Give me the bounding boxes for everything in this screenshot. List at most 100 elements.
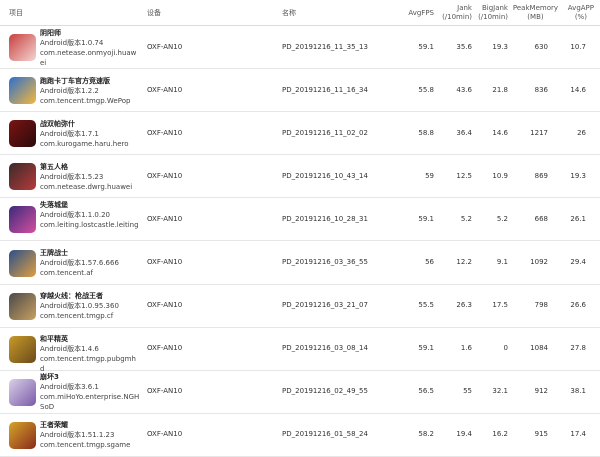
avgapp-cell: 27.8 bbox=[570, 344, 586, 353]
app-name: 战双帕弥什 bbox=[40, 119, 75, 128]
bigjank-cell: 10.9 bbox=[492, 171, 508, 180]
table-row[interactable]: 穿越火线：枪战王者 Android版本1.0.95.360 com.tencent.… bbox=[0, 285, 600, 328]
bigjank-cell: 0 bbox=[503, 344, 508, 353]
session-name-cell: PD_20191216_03_08_14 bbox=[282, 344, 368, 353]
peakmemory-cell: 630 bbox=[534, 42, 548, 51]
jank-cell: 5.2 bbox=[460, 214, 472, 223]
session-name-cell: PD_20191216_01_58_24 bbox=[282, 430, 368, 439]
table-row[interactable]: 跑跑卡丁车官方竞速版 Android版本1.2.2 com.tencent.tmgp… bbox=[0, 69, 600, 113]
peakmemory-cell: 836 bbox=[534, 85, 548, 94]
avgapp-cell: 38.1 bbox=[570, 387, 586, 396]
peakmemory-cell: 869 bbox=[534, 171, 548, 180]
avgapp-cell: 10.7 bbox=[570, 42, 586, 51]
header-jank[interactable]: Jank (/10min) bbox=[436, 0, 472, 26]
session-name-cell: PD_20191216_02_49_55 bbox=[282, 387, 368, 396]
table-row[interactable]: 战双帕弥什 Android版本1.7.1 com.kurogame.haru.her… bbox=[0, 112, 600, 156]
app-name: 王者荣耀 bbox=[40, 421, 68, 430]
header-bigjank[interactable]: BigJank (/10min) bbox=[472, 0, 508, 26]
app-name: 阴阳师 bbox=[40, 28, 61, 37]
peakmemory-cell: 912 bbox=[534, 387, 548, 396]
peakmemory-cell: 915 bbox=[534, 430, 548, 439]
device-cell: OXF-AN10 bbox=[147, 344, 183, 353]
header-peakmemory-label: PeakMemory bbox=[512, 4, 558, 13]
table-row[interactable]: 崩坏3 Android版本3.6.1 com.miHoYo.enterprise.N… bbox=[0, 371, 600, 414]
avgapp-cell: 19.3 bbox=[570, 171, 586, 180]
app-package: com.tencent.af bbox=[40, 269, 93, 278]
app-version: Android版本1.0.95.360 bbox=[40, 302, 119, 311]
session-name-cell: PD_20191216_11_16_34 bbox=[282, 85, 368, 94]
avgapp-cell: 26 bbox=[577, 128, 586, 137]
header-avgapp[interactable]: AvgAPP (%) bbox=[562, 0, 594, 26]
app-name: 跑跑卡丁车官方竞速版 bbox=[40, 76, 110, 85]
device-cell: OXF-AN10 bbox=[147, 387, 183, 396]
device-cell: OXF-AN10 bbox=[147, 214, 183, 223]
performance-table: 项目 设备 名称 AvgFPS Jank (/10min) BigJank (/10… bbox=[0, 0, 600, 457]
session-name-cell: PD_20191216_10_43_14 bbox=[282, 171, 368, 180]
device-cell: OXF-AN10 bbox=[147, 171, 183, 180]
app-info: 和平精英 Android版本1.4.6 com.tencent.tmgp.pubgm… bbox=[40, 334, 140, 374]
jank-cell: 1.6 bbox=[460, 344, 472, 353]
app-version: Android版本1.5.23 bbox=[40, 172, 104, 181]
app-package: com.netease.onmyoji.huawei bbox=[40, 48, 137, 67]
header-device[interactable]: 设备 bbox=[147, 0, 161, 26]
app-info: 王者荣耀 Android版本1.51.1.23 com.tencent.tmgp.s… bbox=[40, 420, 140, 450]
jank-cell: 36.4 bbox=[456, 128, 472, 137]
app-name: 王牌战士 bbox=[40, 249, 68, 258]
table-row[interactable]: 第五人格 Android版本1.5.23 com.netease.dwrg.huaw… bbox=[0, 155, 600, 199]
lostcastle-app-icon bbox=[9, 206, 36, 234]
peacekeeper-app-icon bbox=[9, 335, 36, 363]
peakmemory-cell: 1217 bbox=[530, 128, 548, 137]
app-package: com.netease.dwrg.huawei bbox=[40, 182, 133, 191]
header-avgfps[interactable]: AvgFPS bbox=[400, 0, 434, 26]
peakmemory-cell: 798 bbox=[534, 301, 548, 310]
app-version: Android版本1.4.6 bbox=[40, 345, 99, 354]
app-package: com.kurogame.haru.hero bbox=[40, 139, 129, 148]
yinyangshi-app-icon bbox=[9, 34, 36, 62]
avgfps-cell: 55.8 bbox=[418, 85, 434, 94]
app-info: 第五人格 Android版本1.5.23 com.netease.dwrg.huaw… bbox=[40, 162, 140, 192]
session-name-cell: PD_20191216_03_36_55 bbox=[282, 258, 368, 267]
device-cell: OXF-AN10 bbox=[147, 301, 183, 310]
peakmemory-cell: 1084 bbox=[530, 344, 548, 353]
avgapp-cell: 26.1 bbox=[570, 214, 586, 223]
app-version: Android版本1.0.74 bbox=[40, 38, 104, 47]
session-name-cell: PD_20191216_03_21_07 bbox=[282, 301, 368, 310]
kartrider-app-icon bbox=[9, 77, 36, 105]
app-version: Android版本1.7.1 bbox=[40, 129, 99, 138]
jank-cell: 19.4 bbox=[456, 430, 472, 439]
device-cell: OXF-AN10 bbox=[147, 258, 183, 267]
app-info: 跑跑卡丁车官方竞速版 Android版本1.2.2 com.tencent.tmgp… bbox=[40, 76, 140, 106]
session-name-cell: PD_20191216_11_02_02 bbox=[282, 128, 368, 137]
header-item[interactable]: 项目 bbox=[9, 0, 23, 26]
app-package: com.leiting.lostcastle.leiting bbox=[40, 220, 139, 229]
header-jank-label: Jank bbox=[457, 4, 472, 13]
table-row[interactable]: 王牌战士 Android版本1.57.6.666 com.tencent.af OXF… bbox=[0, 242, 600, 285]
avgapp-cell: 17.4 bbox=[570, 430, 586, 439]
avgapp-cell: 26.6 bbox=[570, 301, 586, 310]
header-peakmemory-unit: (MB) bbox=[527, 13, 544, 21]
bigjank-cell: 5.2 bbox=[496, 214, 508, 223]
app-info: 崩坏3 Android版本3.6.1 com.miHoYo.enterprise.N… bbox=[40, 372, 140, 412]
avgfps-cell: 59 bbox=[425, 171, 434, 180]
honorofkings-app-icon bbox=[9, 421, 36, 449]
avgfps-cell: 58.8 bbox=[418, 128, 434, 137]
bigjank-cell: 17.5 bbox=[492, 301, 508, 310]
app-version: Android版本1.51.1.23 bbox=[40, 431, 115, 440]
app-info: 战双帕弥什 Android版本1.7.1 com.kurogame.haru.her… bbox=[40, 119, 140, 149]
jank-cell: 12.2 bbox=[456, 258, 472, 267]
header-jank-unit: (/10min) bbox=[442, 13, 472, 21]
jank-cell: 43.6 bbox=[456, 85, 472, 94]
app-package: com.tencent.tmgp.cf bbox=[40, 312, 114, 321]
table-row[interactable]: 阴阳师 Android版本1.0.74 com.netease.onmyoji.hu… bbox=[0, 26, 600, 70]
avgfps-cell: 56 bbox=[425, 258, 434, 267]
header-peakmemory[interactable]: PeakMemory (MB) bbox=[508, 0, 558, 26]
table-row[interactable]: 王者荣耀 Android版本1.51.1.23 com.tencent.tmgp.s… bbox=[0, 414, 600, 457]
app-name: 第五人格 bbox=[40, 162, 68, 171]
table-row[interactable]: 和平精英 Android版本1.4.6 com.tencent.tmgp.pubgm… bbox=[0, 328, 600, 374]
header-avgapp-unit: (%) bbox=[574, 13, 587, 21]
punishing-app-icon bbox=[9, 120, 36, 148]
peakmemory-cell: 668 bbox=[534, 214, 548, 223]
app-package: com.tencent.tmgp.WePop bbox=[40, 96, 131, 105]
table-row[interactable]: 失落城堡 Android版本1.1.0.20 com.leiting.lostcas… bbox=[0, 198, 600, 242]
header-name[interactable]: 名称 bbox=[282, 0, 296, 26]
